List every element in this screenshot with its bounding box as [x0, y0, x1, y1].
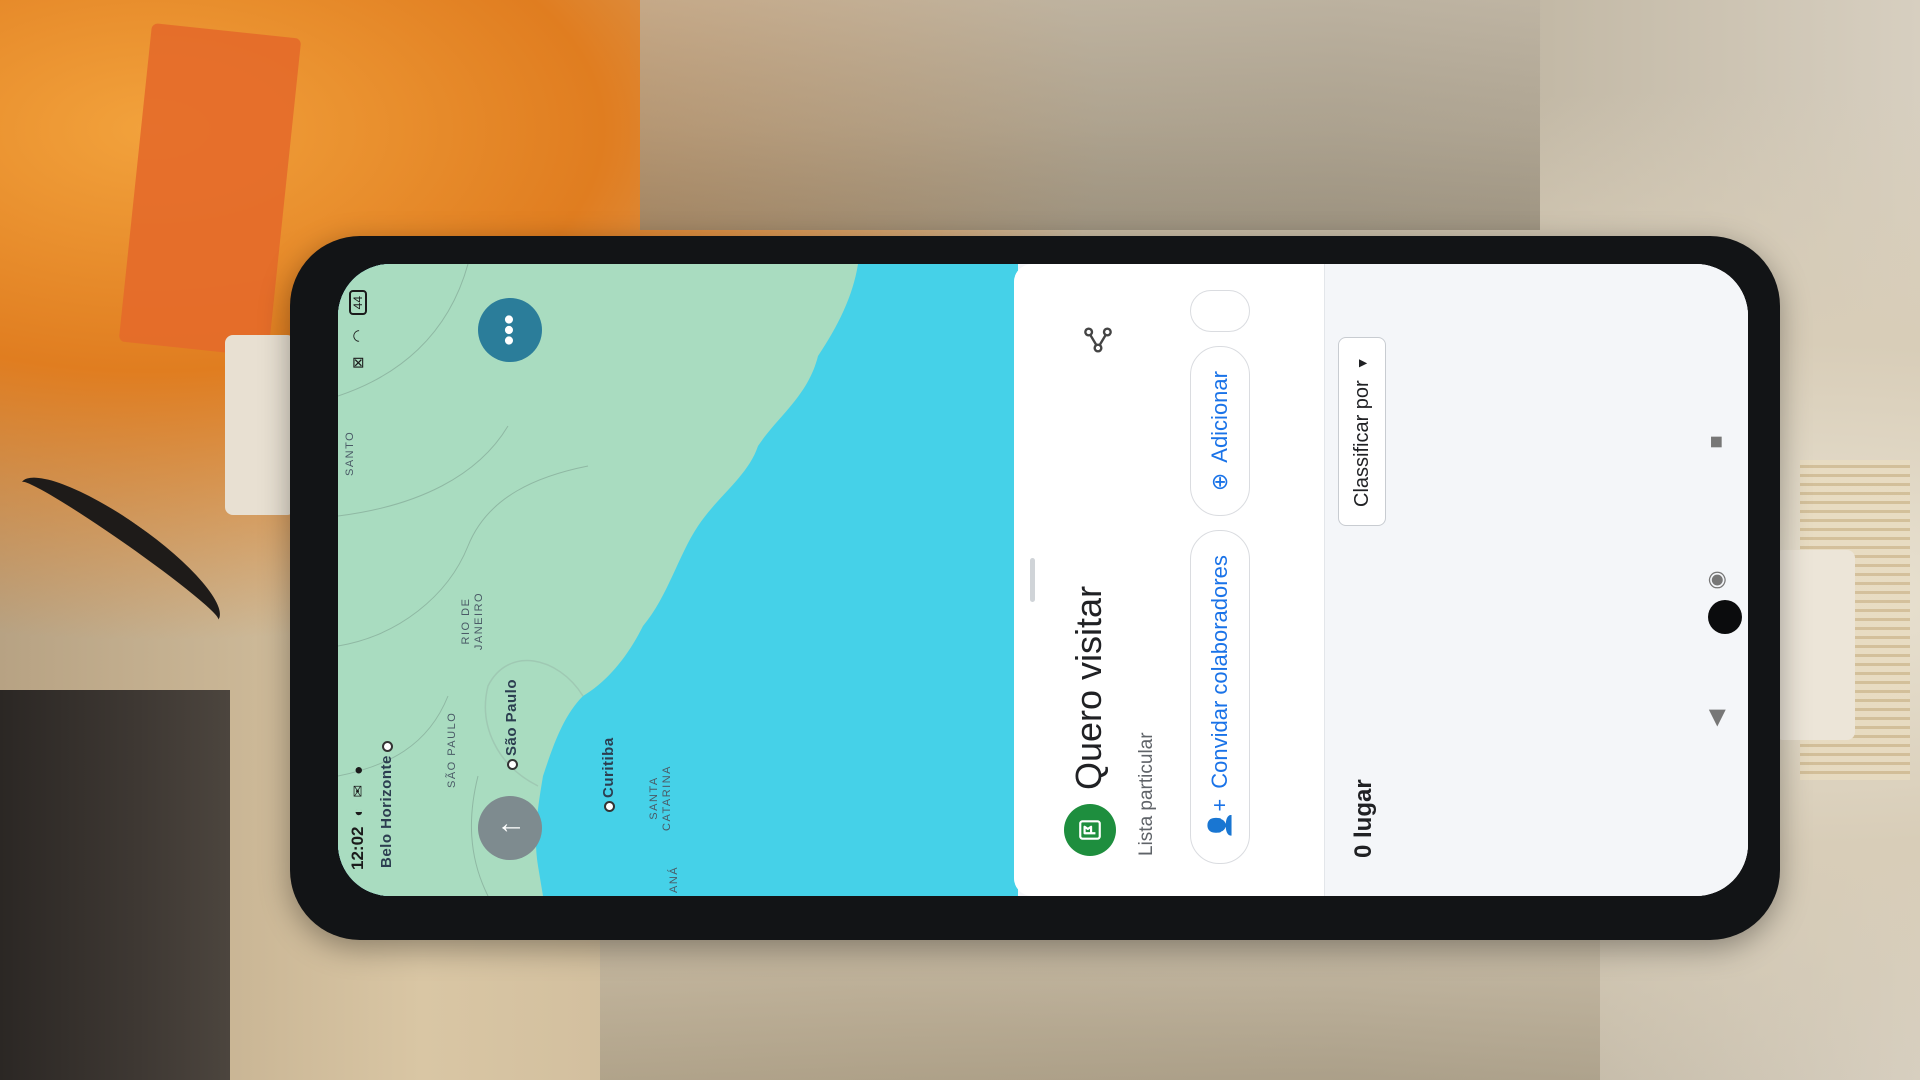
- battery-icon: 44: [349, 290, 367, 316]
- invite-collaborators-label: Convidar colaboradores: [1207, 555, 1232, 789]
- list-privacy-label: Lista particular: [1136, 732, 1157, 856]
- triangle-back-icon: ◀: [1703, 709, 1728, 727]
- map-label-sao-paulo: São Paulo: [503, 679, 520, 770]
- background-cable: [3, 456, 237, 646]
- more-horizontal-icon: •••: [493, 314, 526, 346]
- action-chips: 👤+ Convidar colaboradores ⊕ Adicionar: [1190, 290, 1250, 864]
- nav-home-button[interactable]: ◉: [1702, 566, 1730, 594]
- nav-recents-button[interactable]: ■: [1702, 428, 1730, 456]
- wifi-icon: ◠: [350, 329, 367, 343]
- more-options-button[interactable]: •••: [478, 298, 542, 362]
- status-bar: 12:02 ◐ ✉ ● ⊠ ◠ 44: [338, 264, 378, 896]
- sim-icon: ⊠: [350, 356, 367, 370]
- list-icon: [1064, 804, 1116, 856]
- status-time: 12:02: [348, 826, 367, 870]
- compass-button[interactable]: ↑: [478, 796, 542, 860]
- map-label-espirito-santo-state: SANTO: [344, 430, 356, 476]
- sort-by-label: Classificar por: [1350, 380, 1373, 507]
- add-location-icon: ⊕: [1207, 472, 1232, 492]
- circle-home-icon: ◉: [1703, 570, 1728, 590]
- phone-screen: 12:02 ◐ ✉ ● ⊠ ◠ 44 Belo Horizonte São Pa…: [338, 264, 1748, 896]
- map-label-belo-horizonte: Belo Horizonte: [378, 738, 395, 868]
- map-label-santa-catarina-state: SANTA CATARINA: [648, 765, 673, 831]
- maps-app: 12:02 ◐ ✉ ● ⊠ ◠ 44 Belo Horizonte São Pa…: [338, 264, 1748, 896]
- sheet-drag-handle[interactable]: [1030, 558, 1035, 602]
- add-place-chip[interactable]: ⊕ Adicionar: [1190, 346, 1250, 517]
- status-icons-right: ⊠ ◠ 44: [349, 290, 367, 369]
- flag-icon: [1079, 820, 1101, 840]
- list-bottom-sheet: Quero visitar Lista particular 👤+ Convid…: [1014, 264, 1748, 896]
- more-chip[interactable]: [1190, 290, 1250, 333]
- map-label-rio-de-janeiro-state: RIO DE JANEIRO: [460, 591, 485, 651]
- phone-holder-clamp-right: [1775, 550, 1855, 740]
- arrow-up-icon: ↑: [493, 820, 526, 836]
- nav-back-button[interactable]: ◀: [1702, 704, 1730, 732]
- map-label-parana-state: ANÁ: [668, 865, 680, 893]
- phone-holder-clamp-left: [225, 335, 295, 515]
- place-count: 0 lugar: [1350, 779, 1377, 858]
- notification-icon: ●: [349, 765, 367, 775]
- phone-device: 12:02 ◐ ✉ ● ⊠ ◠ 44 Belo Horizonte São Pa…: [290, 236, 1780, 940]
- background-shelf: [640, 0, 1540, 230]
- list-header: Quero visitar Lista particular 👤+ Convid…: [1014, 264, 1324, 896]
- sheet-divider: [1324, 264, 1325, 896]
- share-icon[interactable]: [1082, 324, 1114, 356]
- invite-collaborators-chip[interactable]: 👤+ Convidar colaboradores: [1190, 530, 1250, 864]
- map-label-curitiba: Curitiba: [600, 737, 617, 812]
- mail-icon: ✉: [350, 784, 367, 798]
- map-land: [338, 264, 858, 896]
- add-place-label: Adicionar: [1207, 371, 1232, 463]
- triangle-down-icon: ▼: [1354, 356, 1370, 371]
- front-camera: [1708, 600, 1742, 634]
- system-navigation-bar: ◀ ◉ ■: [1684, 264, 1748, 896]
- notification-icon: ◐: [349, 807, 367, 817]
- background-orange-box: [118, 23, 302, 357]
- sort-by-button[interactable]: Classificar por ▼: [1338, 337, 1386, 526]
- square-recents-icon: ■: [1703, 435, 1728, 449]
- background-dark-object: [0, 690, 230, 1080]
- map-view[interactable]: 12:02 ◐ ✉ ● ⊠ ◠ 44 Belo Horizonte São Pa…: [338, 264, 1018, 896]
- map-label-sao-paulo-state: SÃO PAULO: [446, 711, 458, 788]
- list-title: Quero visitar: [1068, 585, 1109, 790]
- person-add-icon: 👤+: [1207, 798, 1232, 839]
